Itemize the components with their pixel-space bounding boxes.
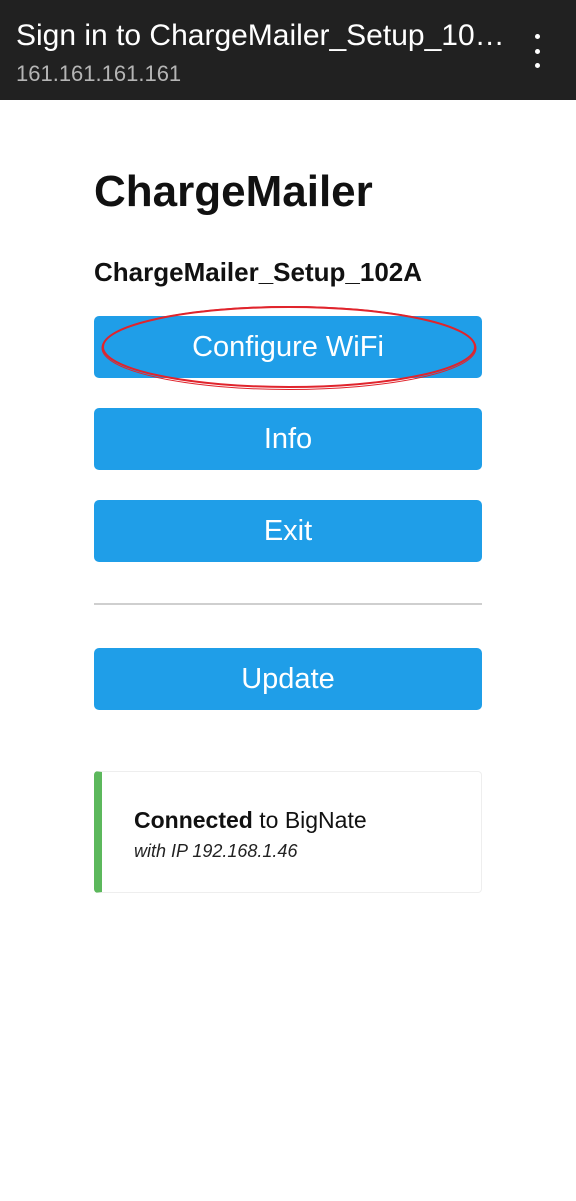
network-name-heading: ChargeMailer_Setup_102A [94, 257, 423, 287]
more-vert-icon[interactable] [522, 34, 552, 68]
menu-dot [534, 34, 540, 39]
divider [94, 603, 482, 605]
menu-dot [534, 63, 540, 68]
connection-status-card: Connected to BigNate with IP 192.168.1.4… [94, 771, 482, 893]
connected-ssid: BigNate [284, 807, 367, 833]
menu-dot [534, 48, 540, 54]
connection-state: Connected [134, 807, 253, 833]
app-title: ChargeMailer [94, 167, 373, 216]
page-title-bar: Sign in to ChargeMailer_Setup_10… [16, 19, 505, 52]
connection-status-line: Connected to BigNate [134, 806, 367, 834]
exit-button[interactable]: Exit [94, 500, 482, 562]
status-connector: to [252, 807, 285, 833]
update-button[interactable]: Update [94, 648, 482, 710]
browser-top-bar: Sign in to ChargeMailer_Setup_10… 161.16… [0, 0, 576, 100]
ip-address-line: with IP 192.168.1.46 [134, 841, 298, 861]
info-button[interactable]: Info [94, 408, 482, 470]
page-url: 161.161.161.161 [16, 61, 182, 86]
configure-wifi-button[interactable]: Configure WiFi [94, 316, 482, 378]
